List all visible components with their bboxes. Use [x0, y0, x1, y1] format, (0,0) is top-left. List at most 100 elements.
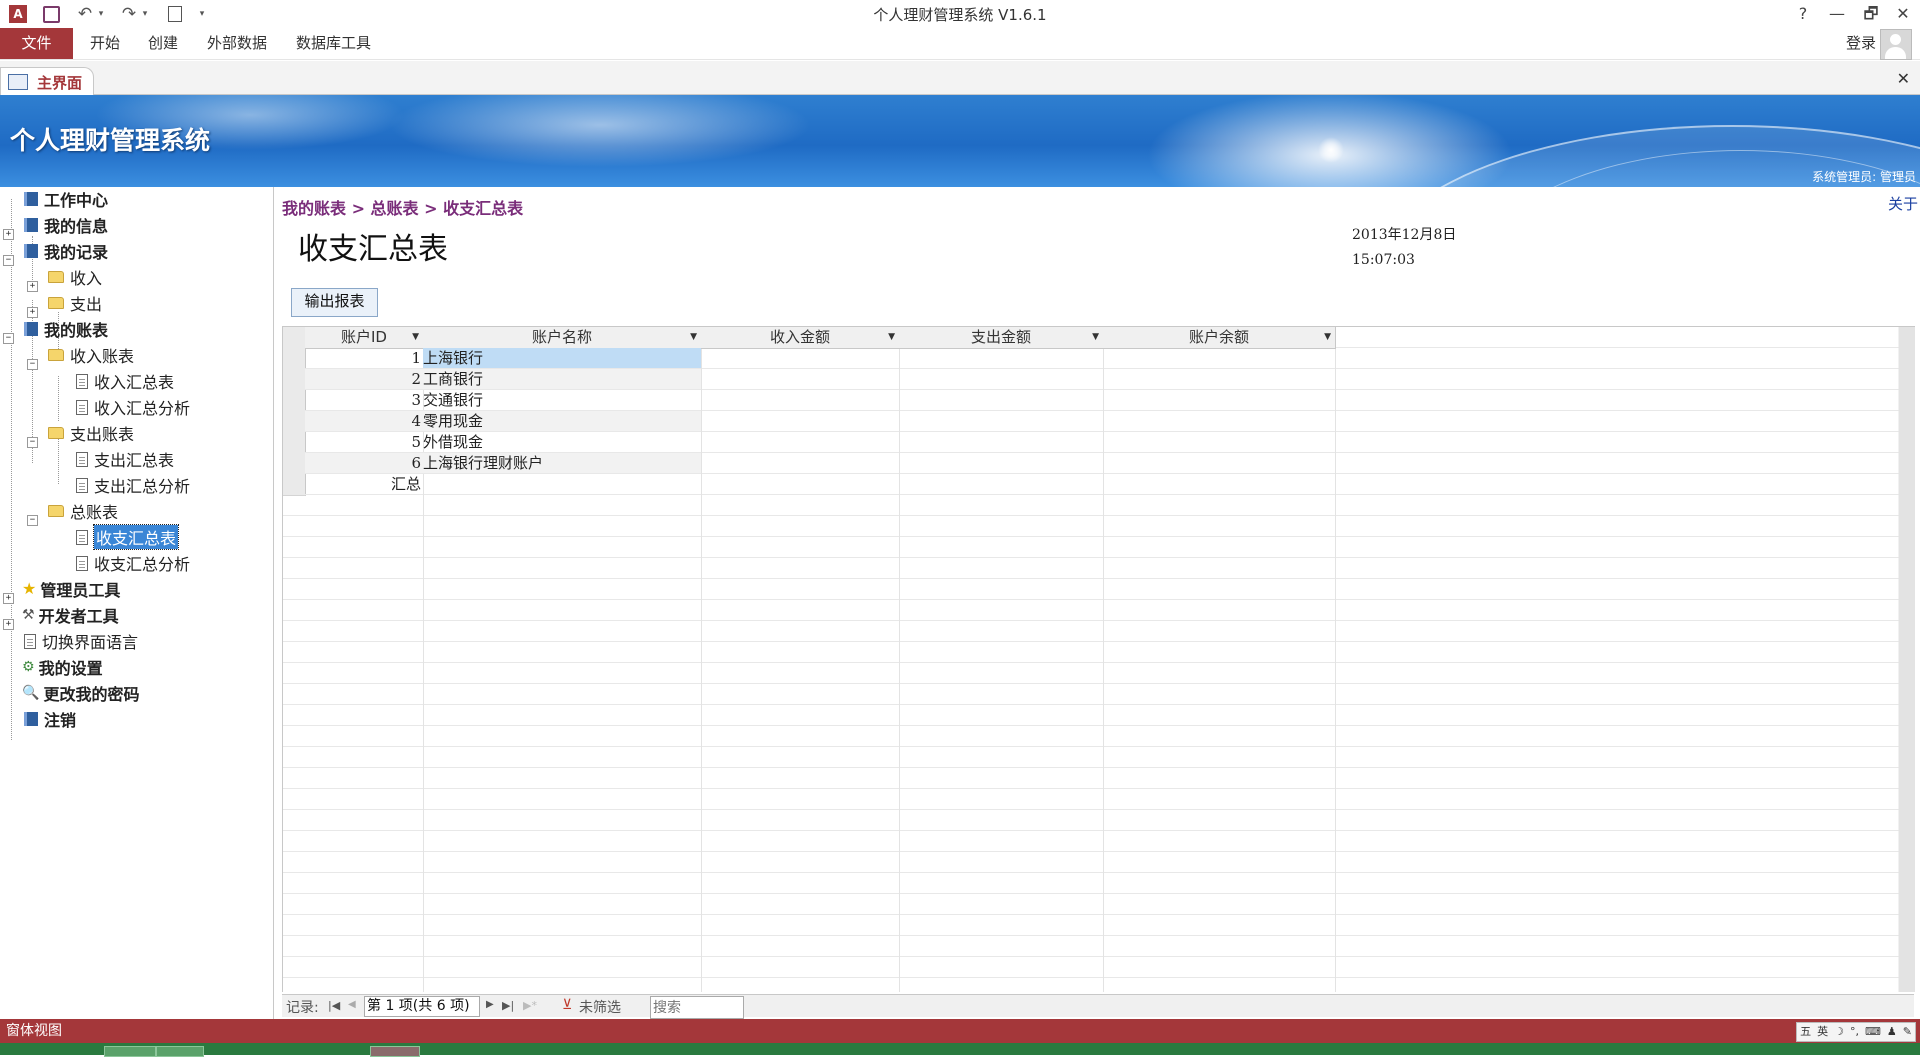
column-header-account-name[interactable]: 账户名称 ▼ — [423, 327, 702, 349]
column-header-expense[interactable]: 支出金额 ▼ — [899, 327, 1104, 349]
tree-node-switch-language[interactable]: 切换界面语言 — [24, 629, 138, 653]
expand-toggle[interactable]: + — [27, 281, 38, 292]
row-selector[interactable] — [283, 474, 306, 496]
ime-toolbar[interactable]: 五 英 ☽ °, ⌨ ♟ ✎ — [1796, 1022, 1916, 1042]
new-record-button[interactable]: ▶* — [523, 999, 537, 1012]
tree-node-balance-analysis[interactable]: 收支汇总分析 — [76, 551, 190, 575]
tree-node-expense-reports[interactable]: 支出账表 — [48, 421, 134, 445]
ime-punctuation-icon[interactable]: °, — [1850, 1024, 1859, 1040]
tree-node-change-password[interactable]: 🔍 更改我的密码 — [22, 681, 139, 705]
cell-account-name[interactable]: 上海银行理财账户 — [423, 453, 701, 474]
next-record-button[interactable]: ▶ — [486, 999, 494, 1010]
collapse-toggle[interactable]: − — [3, 255, 14, 266]
file-tab[interactable]: 文件 — [0, 28, 73, 59]
tree-node-my-records[interactable]: 我的记录 — [24, 239, 108, 263]
ime-settings-icon[interactable]: ✎ — [1903, 1024, 1912, 1040]
dropdown-arrow-icon[interactable]: ▼ — [690, 327, 697, 347]
tree-node-label: 支出汇总分析 — [94, 477, 191, 496]
user-avatar-icon[interactable] — [1880, 29, 1912, 60]
tree-node-balance-summary[interactable]: 收支汇总表 — [76, 524, 180, 550]
tree-node-income-analysis[interactable]: 收入汇总分析 — [76, 395, 190, 419]
ime-width-icon[interactable]: ☽ — [1834, 1024, 1844, 1040]
tree-node-my-info[interactable]: 我的信息 — [24, 213, 108, 237]
taskbar-app-button[interactable] — [370, 1046, 420, 1057]
tab-home[interactable]: 开始 — [90, 28, 120, 59]
tree-node-income-reports[interactable]: 收入账表 — [48, 343, 134, 367]
close-document-button[interactable]: ✕ — [1897, 69, 1910, 88]
tree-node-income[interactable]: 收入 — [48, 265, 102, 289]
column-header-account-id[interactable]: 账户ID ▼ — [305, 327, 424, 349]
tree-node-general-ledger[interactable]: 总账表 — [48, 499, 118, 523]
row-selector[interactable] — [283, 453, 306, 475]
first-record-button[interactable]: |◀ — [328, 999, 340, 1012]
cell-account-id[interactable]: 2 — [305, 369, 423, 390]
ime-language-icon[interactable]: 英 — [1817, 1024, 1828, 1040]
row-selector[interactable] — [283, 348, 306, 370]
collapse-toggle[interactable]: − — [27, 359, 38, 370]
search-input[interactable] — [650, 996, 744, 1019]
dropdown-arrow-icon[interactable]: ▼ — [888, 327, 895, 347]
filter-status[interactable]: 未筛选 — [579, 997, 621, 1017]
current-record-field[interactable]: 第 1 项(共 6 项) — [364, 996, 480, 1017]
tree-node-logout[interactable]: 注销 — [24, 707, 76, 731]
tab-main-form[interactable]: 主界面 — [0, 67, 94, 96]
help-button[interactable]: ? — [1788, 2, 1818, 26]
cell-account-id[interactable]: 5 — [305, 432, 423, 453]
dropdown-arrow-icon[interactable]: ▼ — [1324, 327, 1331, 347]
collapse-toggle[interactable]: − — [27, 437, 38, 448]
row-selector[interactable] — [283, 390, 306, 412]
cell-account-name[interactable]: 工商银行 — [423, 369, 701, 390]
expand-toggle[interactable]: + — [3, 229, 14, 240]
ime-keyboard-icon[interactable]: ⌨ — [1865, 1024, 1881, 1040]
close-window-button[interactable]: ✕ — [1888, 2, 1918, 26]
dropdown-arrow-icon[interactable]: ▼ — [1092, 327, 1099, 347]
restore-button[interactable]: 🗗 — [1856, 2, 1886, 26]
taskbar-app-button[interactable] — [104, 1046, 156, 1057]
tab-external-data[interactable]: 外部数据 — [207, 28, 267, 59]
cell-account-id[interactable]: 4 — [305, 411, 423, 432]
login-link[interactable]: 登录 — [1846, 28, 1876, 58]
cell-account-name[interactable]: 上海银行 — [423, 348, 701, 369]
cell-account-name[interactable]: 交通银行 — [423, 390, 701, 411]
cell-account-name[interactable]: 外借现金 — [423, 432, 701, 453]
collapse-toggle[interactable]: − — [27, 515, 38, 526]
tab-database-tools[interactable]: 数据库工具 — [296, 28, 371, 59]
book-icon — [24, 192, 38, 206]
column-header-income[interactable]: 收入金额 ▼ — [701, 327, 900, 349]
tree-node-label: 收入汇总表 — [94, 373, 175, 392]
collapse-toggle[interactable]: − — [3, 333, 14, 344]
tree-node-expense-analysis[interactable]: 支出汇总分析 — [76, 473, 190, 497]
previous-record-button[interactable]: ◀ — [348, 999, 356, 1010]
breadcrumb[interactable]: 我的账表 > 总账表 > 收支汇总表 — [282, 195, 523, 219]
minimize-button[interactable]: — — [1822, 2, 1852, 26]
about-link[interactable]: 关于 — [1888, 193, 1918, 214]
tree-node-admin-tools[interactable]: ★ 管理员工具 — [22, 577, 120, 601]
tree-node-expense[interactable]: 支出 — [48, 291, 102, 315]
row-selector[interactable] — [283, 411, 306, 433]
dropdown-arrow-icon[interactable]: ▼ — [412, 327, 419, 347]
tab-create[interactable]: 创建 — [148, 28, 178, 59]
tree-node-work-center[interactable]: 工作中心 — [24, 187, 108, 211]
column-header-balance[interactable]: 账户余额 ▼ — [1103, 327, 1336, 349]
tree-node-expense-summary[interactable]: 支出汇总表 — [76, 447, 174, 471]
filter-icon[interactable]: ⊻ — [562, 997, 572, 1013]
expand-toggle[interactable]: + — [3, 593, 14, 604]
ime-user-icon[interactable]: ♟ — [1887, 1024, 1897, 1040]
last-record-button[interactable]: ▶| — [502, 999, 514, 1012]
cell-account-id[interactable]: 3 — [305, 390, 423, 411]
tree-node-developer-tools[interactable]: ⚒ 开发者工具 — [22, 603, 119, 627]
ime-input-method-icon[interactable]: 五 — [1800, 1024, 1811, 1040]
cell-account-id[interactable]: 1 — [305, 348, 423, 369]
tree-node-label: 总账表 — [70, 503, 119, 522]
expand-toggle[interactable]: + — [3, 619, 14, 630]
row-selector[interactable] — [283, 432, 306, 454]
export-report-button[interactable]: 输出报表 — [291, 288, 378, 317]
tree-node-my-settings[interactable]: ⚙ 我的设置 — [22, 655, 103, 679]
tree-node-my-reports[interactable]: 我的账表 — [24, 317, 108, 341]
taskbar-app-button[interactable] — [156, 1046, 204, 1057]
cell-account-name[interactable]: 零用现金 — [423, 411, 701, 432]
tree-node-income-summary[interactable]: 收入汇总表 — [76, 369, 174, 393]
select-all-corner[interactable] — [283, 327, 306, 349]
cell-account-id[interactable]: 6 — [305, 453, 423, 474]
row-selector[interactable] — [283, 369, 306, 391]
